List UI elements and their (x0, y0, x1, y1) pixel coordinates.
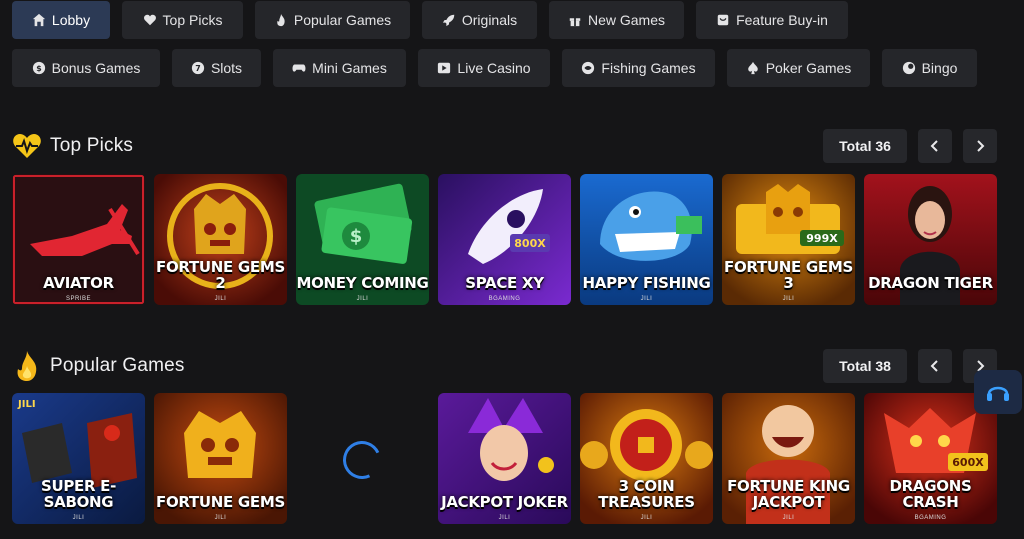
tab-feature-buy-in[interactable]: Feature Buy-in (696, 1, 848, 39)
game-name: DRAGON TIGER (868, 274, 993, 292)
game-name: JACKPOT JOKER (441, 493, 568, 511)
game-name: FORTUNE KING JACKPOT (727, 477, 850, 511)
game-name: MONEY COMING (296, 274, 429, 292)
game-tile-fortune-gems-2[interactable]: FORTUNE GEMS 2 JILI (154, 174, 287, 305)
tab-fishing-games[interactable]: Fishing Games (562, 49, 715, 87)
svg-text:600X: 600X (952, 456, 984, 469)
svg-text:$: $ (350, 226, 363, 247)
game-provider: BGAMING (914, 515, 947, 521)
home-icon (32, 13, 46, 27)
tab-bonus-games[interactable]: $ Bonus Games (12, 49, 160, 87)
svg-text:7: 7 (195, 64, 200, 73)
section-title-top-picks: Top Picks (50, 135, 134, 156)
game-tile-money-coming[interactable]: $ MONEY COMING JILI (296, 174, 429, 305)
game-name: HAPPY FISHING (582, 274, 711, 292)
tab-lobby[interactable]: Lobby (12, 1, 110, 39)
game-provider: JILI (356, 296, 369, 302)
game-name: 3 COIN TREASURES (598, 477, 695, 511)
svg-text:$: $ (36, 64, 41, 73)
game-provider: JILI (72, 515, 85, 521)
game-tile-3-coin-treasures[interactable]: 3 COIN TREASURES JILI (580, 393, 713, 524)
game-tile-jackpot-joker[interactable]: JACKPOT JOKER JILI (438, 393, 571, 524)
chevron-left-icon (930, 360, 938, 372)
slots-icon: 7 (191, 61, 205, 75)
game-provider: JILI (498, 515, 511, 521)
cart-icon (716, 13, 730, 27)
svg-text:800X: 800X (514, 237, 546, 250)
svg-text:JILI: JILI (17, 399, 36, 410)
game-provider: BGAMING (488, 296, 521, 302)
gamepad-icon (292, 61, 306, 75)
game-tile-fortune-gems[interactable]: FORTUNE GEMS JILI (154, 393, 287, 524)
game-tile-dragon-tiger[interactable]: DRAGON TIGER (864, 174, 997, 305)
support-button[interactable] (974, 370, 1022, 414)
tab-popular-games[interactable]: Popular Games (255, 1, 410, 39)
game-provider: JILI (782, 296, 795, 302)
bingo-icon (902, 61, 916, 75)
game-name: SUPER E-SABONG (40, 477, 117, 511)
game-tile-aviator[interactable]: AVIATOR SPRIBE (12, 174, 145, 305)
svg-text:999X: 999X (806, 232, 838, 245)
game-tile-space-xy[interactable]: 800X SPACE XY BGAMING (438, 174, 571, 305)
coin-icon: $ (32, 61, 46, 75)
game-tile-happy-fishing[interactable]: HAPPY FISHING JILI (580, 174, 713, 305)
game-provider: JILI (214, 296, 227, 302)
popular-games-prev-button[interactable] (918, 349, 952, 383)
game-name: FORTUNE GEMS 3 (724, 258, 853, 292)
game-tile-super-e-sabong[interactable]: JILI SUPER E-SABONG JILI (12, 393, 145, 524)
tab-bingo[interactable]: Bingo (882, 49, 977, 87)
game-name: FORTUNE GEMS 2 (156, 258, 285, 292)
game-provider: JILI (214, 515, 227, 521)
tab-originals[interactable]: Originals (422, 1, 537, 39)
game-provider: SPRIBE (65, 296, 91, 302)
heart-pulse-icon (143, 13, 157, 27)
game-name: FORTUNE GEMS (156, 493, 285, 511)
gift-icon (568, 13, 582, 27)
game-name: DRAGONS CRASH (889, 477, 972, 511)
spade-icon (746, 61, 760, 75)
game-tile-fortune-king-jackpot[interactable]: FORTUNE KING JACKPOT JILI (722, 393, 855, 524)
top-picks-next-button[interactable] (963, 129, 997, 163)
tab-new-games[interactable]: New Games (549, 1, 684, 39)
chevron-right-icon (977, 140, 985, 152)
top-picks-total: Total 36 (823, 129, 907, 163)
loading-spinner (337, 435, 387, 485)
section-title-popular-games: Popular Games (50, 355, 185, 376)
game-provider: JILI (640, 515, 653, 521)
game-name: AVIATOR (43, 274, 114, 292)
tab-poker-games[interactable]: Poker Games (727, 49, 870, 87)
headset-icon (987, 386, 1009, 401)
tab-live-casino[interactable]: Live Casino (418, 49, 550, 87)
game-provider: JILI (640, 296, 653, 302)
tab-slots[interactable]: 7 Slots (172, 49, 261, 87)
game-tile-fortune-gems-3[interactable]: 999X FORTUNE GEMS 3 JILI (722, 174, 855, 305)
flame-icon (274, 13, 288, 27)
top-picks-prev-button[interactable] (918, 129, 952, 163)
heart-pulse-icon (12, 131, 42, 161)
tab-mini-games[interactable]: Mini Games (273, 49, 406, 87)
tab-top-picks[interactable]: Top Picks (122, 1, 243, 39)
popular-games-total: Total 38 (823, 349, 907, 383)
rocket-icon (442, 13, 456, 27)
video-icon (437, 61, 451, 75)
fish-icon (581, 61, 595, 75)
flame-icon (12, 351, 42, 381)
chevron-left-icon (930, 140, 938, 152)
game-provider: JILI (782, 515, 795, 521)
game-name: SPACE XY (465, 274, 544, 292)
